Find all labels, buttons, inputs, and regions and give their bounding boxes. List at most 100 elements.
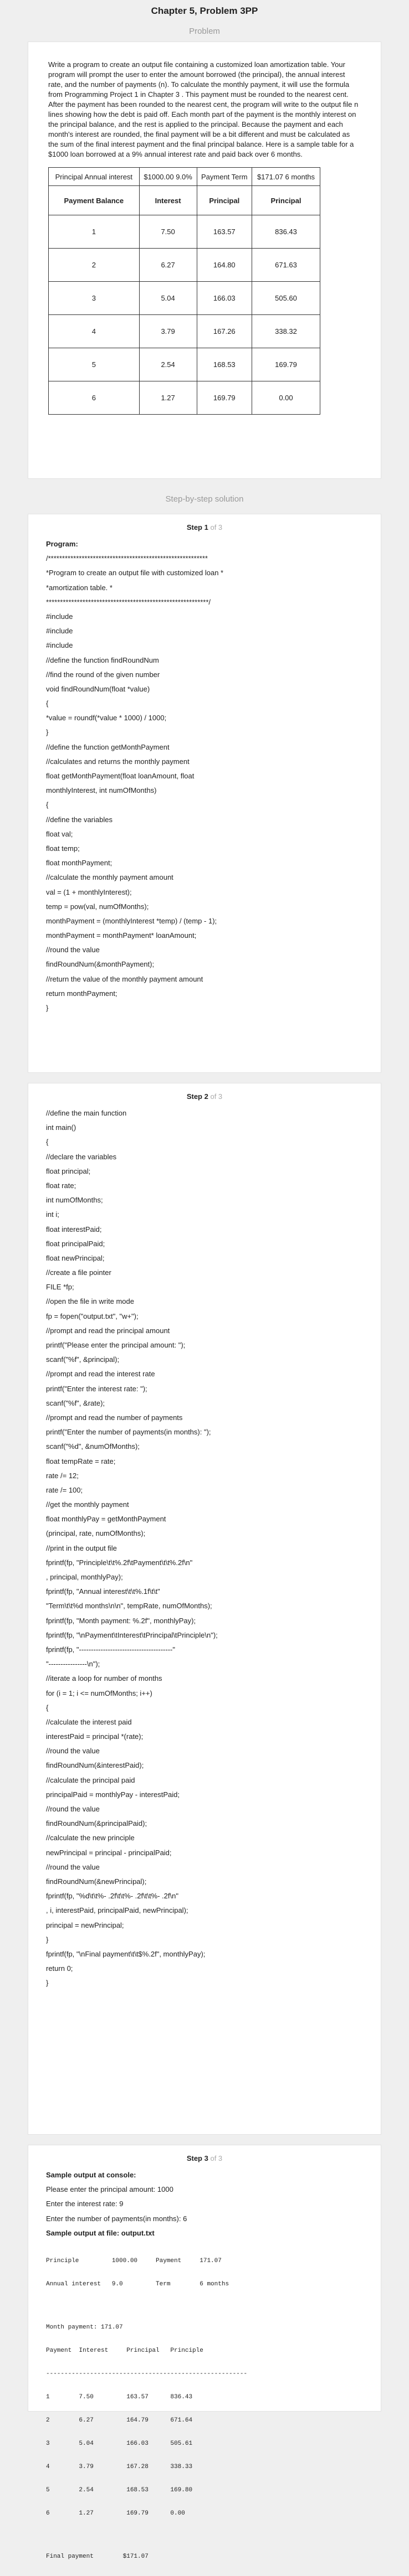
table-cell: 7.50: [139, 215, 197, 249]
code-line: float principal;: [46, 1166, 91, 1175]
code-line: fprintf(fp, "\nFinal payment\t\t$%.2f", …: [46, 1949, 206, 1958]
code-line: int main(): [46, 1123, 76, 1132]
table-header-row: Payment Balance Interest Principal Princ…: [48, 185, 320, 215]
page: Chapter 5, Problem 3PP Problem Write a p…: [0, 0, 409, 2560]
table-cell: Principal Annual interest: [48, 167, 140, 186]
code-line: //calculate the principal paid: [46, 1775, 135, 1784]
table-cell: $171.07 6 months: [252, 167, 320, 186]
code-line: {: [46, 801, 49, 809]
code-line: float principalPaid;: [46, 1239, 105, 1248]
table-cell: 2.54: [139, 348, 197, 381]
code-line: //prompt and read the number of payments: [46, 1413, 183, 1422]
code-line: *amortization table. *: [46, 583, 113, 592]
page-title: Chapter 5, Problem 3PP: [151, 6, 258, 16]
table-cell: 338.32: [252, 314, 320, 348]
table-cell: 3.79: [139, 314, 197, 348]
code-line: findRoundNum(&monthPayment);: [46, 960, 155, 969]
step-header: Step 3 of 3: [46, 2145, 363, 2168]
step-count: of 3: [210, 1092, 223, 1101]
code-line: //define the function getMonthPayment: [46, 742, 170, 751]
code-line: fprintf(fp, "%d\t\t%- .2f\t\t%- .2f\t\t%…: [46, 1892, 178, 1901]
file-output: Principle 1000.00 Payment 171.07 Annual …: [46, 2242, 363, 2576]
code-line: /***************************************…: [46, 554, 208, 563]
code-line: }: [46, 1004, 49, 1012]
table-cell: 3: [48, 281, 140, 315]
step-header: Step 1 of 3: [46, 514, 363, 537]
file-line: 4 3.79 167.28 338.33: [46, 2463, 193, 2470]
step-header: Step 2 of 3: [46, 1083, 363, 1106]
code-line: return monthPayment;: [46, 989, 117, 998]
table-cell: 671.63: [252, 248, 320, 282]
code-line: float tempRate = rate;: [46, 1457, 116, 1465]
table-row: 4 3.79 167.26 338.32: [48, 314, 320, 348]
code-line: *Program to create an output file with c…: [46, 569, 224, 577]
code-line: findRoundNum(&newPrincipal);: [46, 1877, 147, 1886]
code-line: //round the value: [46, 1862, 100, 1871]
table-cell: 5.04: [139, 281, 197, 315]
table-cell: 836.43: [252, 215, 320, 249]
file-line: 5 2.54 168.53 169.80: [46, 2486, 193, 2494]
table-cell: 166.03: [196, 281, 253, 315]
table-body: 1 7.50 163.57 836.43 2 6.27 164.80 671.63 3 5.04 1…: [48, 215, 320, 415]
step-2-card: Step 2 of 3 //define the main function in…: [28, 1083, 381, 2135]
table-row: 2 6.27 164.80 671.63: [48, 248, 320, 282]
table-cell: 5: [48, 348, 140, 381]
code-line: float interestPaid;: [46, 1225, 102, 1233]
file-line: Principle 1000.00 Payment 171.07: [46, 2257, 222, 2264]
code-line: #include: [46, 641, 73, 650]
code-line: "----------------\n");: [46, 1660, 100, 1669]
file-line: ----------------------------------------…: [46, 2370, 248, 2377]
problem-card: Write a program to create an output file…: [28, 42, 381, 479]
column-header: Payment Balance: [48, 185, 140, 215]
code-line: //return the value of the monthly paymen…: [46, 974, 203, 983]
step-count: of 3: [210, 523, 223, 531]
code-line: fp = fopen("output.txt", "w+");: [46, 1312, 139, 1320]
file-line: 3 5.04 166.03 505.61: [46, 2440, 193, 2447]
column-header: Principal: [252, 185, 320, 215]
code-line: //declare the variables: [46, 1152, 117, 1161]
code-line: {: [46, 699, 49, 708]
code-line: fprintf(fp, "\nPayment\tInterest\tPrinci…: [46, 1630, 218, 1639]
code-line: float monthlyPay = getMonthPayment: [46, 1515, 166, 1524]
code-line: "Term\t\t%d months\n\n", tempRate, numOf…: [46, 1602, 212, 1610]
table-cell: 168.53: [196, 348, 253, 381]
code-block: //define the main function int main() { //d…: [46, 1106, 363, 1990]
code-line: fprintf(fp, "---------------------------…: [46, 1645, 175, 1654]
file-heading: Sample output at file: output.txt: [46, 2228, 155, 2237]
file-line: Month payment: 171.07: [46, 2324, 123, 2331]
code-line: {: [46, 1138, 49, 1147]
code-line: int i;: [46, 1210, 59, 1219]
table-cell: 4: [48, 314, 140, 348]
file-line: Final payment $171.07: [46, 2553, 149, 2560]
file-line: Payment Interest Principal Principle: [46, 2347, 203, 2354]
problem-label: Problem: [189, 27, 220, 36]
code-line: (principal, rate, numOfMonths);: [46, 1529, 146, 1538]
table-cell: 6.27: [139, 248, 197, 282]
code-line: monthlyInterest, int numOfMonths): [46, 786, 157, 795]
code-line: val = (1 + monthlyInterest);: [46, 887, 132, 896]
column-header: Interest: [139, 185, 197, 215]
code-line: findRoundNum(&principalPaid);: [46, 1819, 147, 1828]
code-line: //round the value: [46, 1747, 100, 1756]
code-line: findRoundNum(&interestPaid);: [46, 1761, 144, 1770]
table-cell: 505.60: [252, 281, 320, 315]
file-line: 1 7.50 163.57 836.43: [46, 2393, 193, 2401]
code-line: fprintf(fp, "Annual interest\t\t%.1f\t\t…: [46, 1587, 160, 1596]
code-line: float monthPayment;: [46, 859, 113, 868]
table-row: 6 1.27 169.79 0.00: [48, 381, 320, 415]
step-count: of 3: [210, 2154, 223, 2162]
code-line: //calculate the new principle: [46, 1834, 135, 1842]
code-line: monthPayment = monthPayment* loanAmount;: [46, 931, 197, 940]
code-line: temp = pow(val, numOfMonths);: [46, 902, 149, 911]
code-line: #include: [46, 612, 73, 621]
step-1-card: Step 1 of 3 Program: /*******************…: [28, 514, 381, 1073]
code-line: FILE *fp;: [46, 1283, 74, 1292]
code-line: //define the variables: [46, 815, 113, 824]
table-cell: 169.79: [252, 348, 320, 381]
table-cell: $1000.00 9.0%: [139, 167, 197, 186]
code-line: printf("Please enter the principal amoun…: [46, 1341, 186, 1349]
code-line: //define the main function: [46, 1109, 127, 1117]
console-heading: Sample output at console:: [46, 2171, 136, 2179]
code-line: float getMonthPayment(float loanAmount, …: [46, 772, 195, 780]
code-line: float val;: [46, 829, 73, 838]
